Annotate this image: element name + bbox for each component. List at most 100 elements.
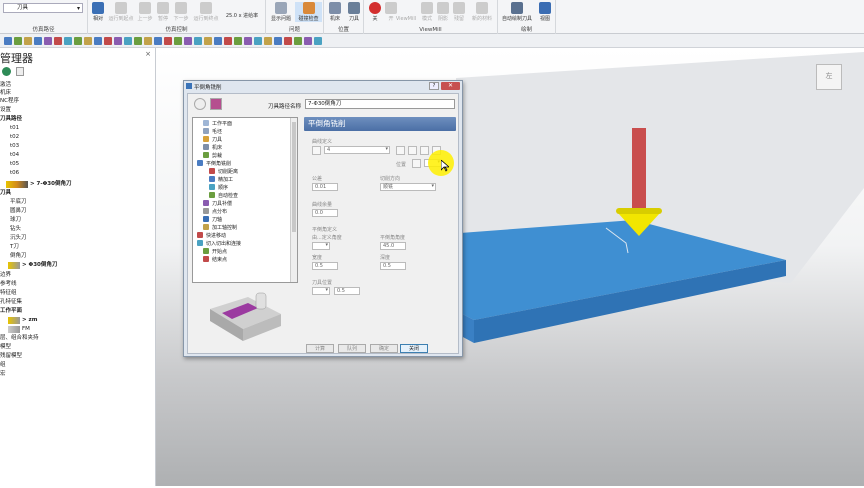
tree-item[interactable]: FM (22, 326, 30, 333)
scroll-thumb[interactable] (292, 122, 296, 232)
toolbar-icon[interactable] (264, 37, 272, 45)
tree-node[interactable]: 剪裁 (203, 152, 222, 160)
toolbar-icon[interactable] (294, 37, 302, 45)
tree-item[interactable]: t06 (10, 170, 19, 177)
toolbar-icon[interactable] (144, 37, 152, 45)
toolbar-icon[interactable] (84, 37, 92, 45)
curve-edit-icon[interactable] (396, 146, 405, 155)
toolbar-icon[interactable] (64, 37, 72, 45)
toolpath-name-input[interactable]: 7-Φ30倒角刀 (305, 99, 455, 109)
tree-item[interactable]: t05 (10, 161, 19, 168)
machine-button[interactable]: 机床 (326, 2, 344, 22)
tree-node[interactable]: 工作平面 (203, 120, 232, 128)
tree-item[interactable]: T刀 (10, 244, 19, 251)
width-input[interactable]: 0.5 (312, 262, 338, 270)
tree-node[interactable]: 毛坯 (203, 128, 222, 136)
tree-item[interactable]: t03 (10, 143, 19, 150)
toolbar-icon[interactable] (204, 37, 212, 45)
toolbar-icon[interactable] (234, 37, 242, 45)
tree-item[interactable]: 层、组合和夹持 (0, 335, 39, 342)
relative-button[interactable]: 相对 (90, 2, 106, 22)
tree-item[interactable]: 钻头 (10, 226, 21, 233)
toolbar-icon[interactable] (254, 37, 262, 45)
toolbar-icon[interactable] (314, 37, 322, 45)
activate-icon[interactable] (2, 67, 11, 76)
pause-button[interactable]: 暂停 (156, 2, 170, 22)
curve-allowance-input[interactable]: 0.0 (312, 209, 338, 217)
toolbar-icon[interactable] (214, 37, 222, 45)
toolbar-icon[interactable] (114, 37, 122, 45)
tree-node[interactable]: 机床 (203, 144, 222, 152)
curve-def-select[interactable]: 4 (324, 146, 390, 154)
angle-source-select[interactable] (312, 242, 330, 250)
toolbar-icon[interactable] (4, 37, 12, 45)
tree-scrollbar[interactable] (290, 118, 297, 282)
curve-add-icon[interactable] (420, 146, 429, 155)
tool-position-select[interactable] (312, 287, 330, 295)
next-step-button[interactable]: 下一步 (172, 2, 190, 22)
tree-item[interactable]: 孔特征集 (0, 299, 22, 306)
tree-item[interactable]: 机床 (0, 90, 11, 97)
toolbar-icon[interactable] (224, 37, 232, 45)
toolbar-icon[interactable] (14, 37, 22, 45)
toolbar-icon[interactable] (104, 37, 112, 45)
toolbar-icon[interactable] (154, 37, 162, 45)
close-button[interactable]: ✕ (441, 82, 460, 90)
tree-item[interactable]: 模型 (0, 344, 11, 351)
tree-node[interactable]: 刀具补偿 (203, 200, 232, 208)
toolbar-icon[interactable] (284, 37, 292, 45)
tree-item[interactable]: 特征组 (0, 290, 17, 297)
auto-draw-tool-button[interactable]: 自动绘制刀具 (500, 2, 534, 22)
tree-item[interactable]: 设置 (0, 107, 11, 114)
view-button[interactable]: 视图 (536, 2, 554, 22)
tree-node-selected[interactable]: 平倒角铣削 (197, 160, 231, 168)
toolbar-icon[interactable] (304, 37, 312, 45)
queue-button[interactable]: 队列 (338, 344, 366, 353)
tree-node[interactable]: 结束点 (203, 256, 227, 264)
tree-item[interactable]: 边界 (0, 272, 11, 279)
toolbar-icon[interactable] (184, 37, 192, 45)
toolbar-icon[interactable] (124, 37, 132, 45)
close-dialog-button[interactable]: 关闭 (400, 344, 428, 353)
tree-item[interactable]: 倒角刀 (10, 253, 27, 260)
tree-item[interactable]: 激活 (0, 82, 11, 89)
tree-item[interactable]: 刀具路径 (0, 116, 22, 123)
tree-item[interactable]: 沉头刀 (10, 235, 27, 242)
tree-item[interactable]: 参考线 (0, 281, 17, 288)
tree-node[interactable]: 开始点 (203, 248, 227, 256)
toolbar-icon[interactable] (194, 37, 202, 45)
tree-node[interactable]: 刀具 (203, 136, 222, 144)
chamfer-angle-input[interactable]: 45.0 (380, 242, 406, 250)
toolbar-icon[interactable] (244, 37, 252, 45)
tree-node[interactable]: 切入切出和连接 (197, 240, 241, 248)
speed-readout[interactable]: 25.0 x 进给率 (222, 12, 262, 19)
curve-select-icon[interactable] (312, 146, 321, 155)
cut-direction-select[interactable]: 顺铣 (380, 183, 436, 191)
tree-node[interactable]: 切削距离 (209, 168, 238, 176)
toolbar-icon[interactable] (44, 37, 52, 45)
tree-item[interactable]: > zm (22, 317, 37, 324)
tree-item[interactable]: t02 (10, 134, 19, 141)
ok-button[interactable]: 确定 (370, 344, 398, 353)
tree-item-active-tool[interactable]: > Φ30倒角刀 (22, 262, 57, 269)
depth-input[interactable]: 0.5 (380, 262, 406, 270)
toolbar-icon[interactable] (54, 37, 62, 45)
toolbar-icon[interactable] (274, 37, 282, 45)
run-to-start-button[interactable]: 运行到起点 (108, 2, 134, 22)
position-icon[interactable] (412, 159, 421, 168)
tree-node[interactable]: 精加工 (209, 176, 233, 184)
tool-position-input[interactable]: 0.5 (334, 287, 360, 295)
shading-button[interactable]: 阴影 (436, 2, 450, 22)
toolpath-options-icon[interactable] (194, 98, 206, 110)
mode-button[interactable]: 模式 (420, 2, 434, 22)
tree-item[interactable]: t01 (10, 125, 19, 132)
toolbar-icon[interactable] (164, 37, 172, 45)
tree-node[interactable]: 自动检查 (209, 192, 238, 200)
tree-item[interactable]: 刀具 (0, 190, 11, 197)
delete-icon[interactable] (16, 67, 24, 76)
tool-preview-icon[interactable] (210, 98, 222, 110)
tree-item[interactable]: 残留模型 (0, 353, 22, 360)
tree-node[interactable]: 快进移动 (197, 232, 226, 240)
new-material-button[interactable]: 新的材料 (468, 2, 496, 22)
tree-item-active-toolpath[interactable]: > 7-Φ30倒角刀 (30, 181, 71, 188)
